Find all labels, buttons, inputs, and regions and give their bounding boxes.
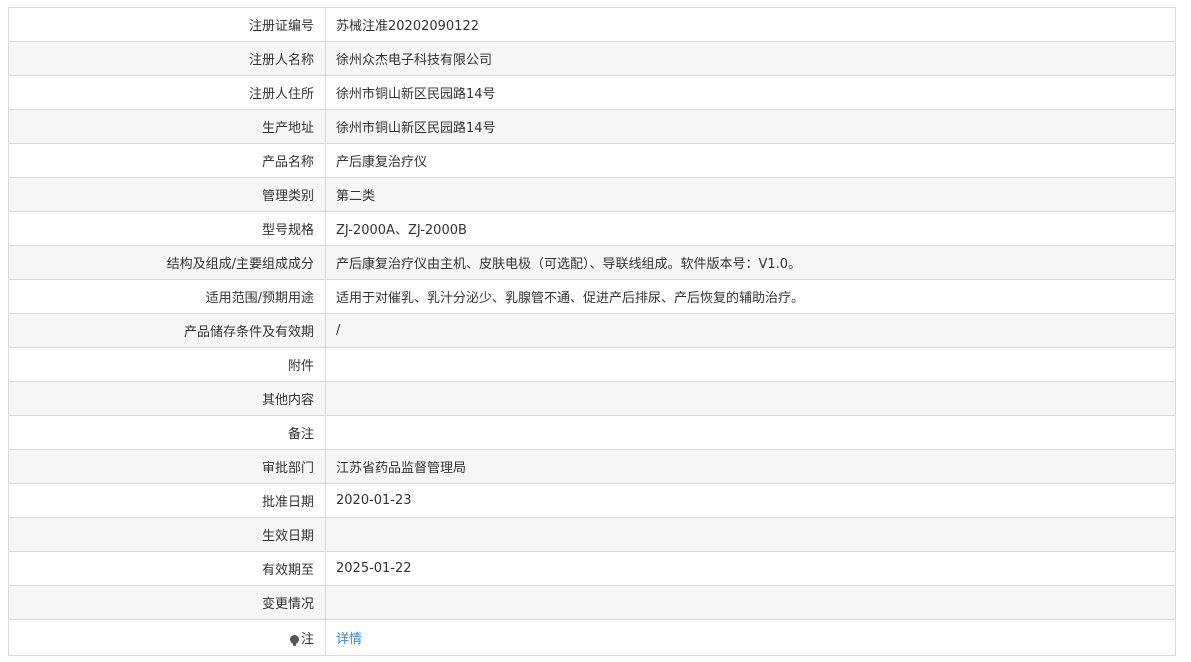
registration-info-panel: 注册证编号 苏械注准20202090122 注册人名称 徐州众杰电子科技有限公司… <box>8 7 1176 656</box>
row-value: 徐州市铜山新区民园路14号 <box>325 109 1176 144</box>
row-value: 2025-01-22 <box>325 551 1176 586</box>
row-label: 管理类别 <box>8 177 326 212</box>
row-registrant-address: 注册人住所 徐州市铜山新区民园路14号 <box>8 75 1176 110</box>
row-registration-number: 注册证编号 苏械注准20202090122 <box>8 7 1176 42</box>
row-label: 附件 <box>8 347 326 382</box>
row-value <box>325 381 1176 416</box>
row-structure-composition: 结构及组成/主要组成成分 产后康复治疗仪由主机、皮肤电极（可选配）、导联线组成。… <box>8 245 1176 280</box>
row-value: 苏械注准20202090122 <box>325 7 1176 42</box>
row-label: 产品储存条件及有效期 <box>8 313 326 348</box>
row-label: 变更情况 <box>8 585 326 620</box>
row-value <box>325 415 1176 450</box>
row-note: 注 详情 <box>8 619 1176 656</box>
row-value: 产后康复治疗仪由主机、皮肤电极（可选配）、导联线组成。软件版本号：V1.0。 <box>325 245 1176 280</box>
row-other-content: 其他内容 <box>8 381 1176 416</box>
row-storage-validity: 产品储存条件及有效期 / <box>8 313 1176 348</box>
row-value: 适用于对催乳、乳汁分泌少、乳腺管不通、促进产后排尿、产后恢复的辅助治疗。 <box>325 279 1176 314</box>
row-attachments: 附件 <box>8 347 1176 382</box>
row-label: 注册人名称 <box>8 41 326 76</box>
row-product-name: 产品名称 产后康复治疗仪 <box>8 143 1176 178</box>
row-label: 注册人住所 <box>8 75 326 110</box>
row-value <box>325 517 1176 552</box>
row-value: 徐州众杰电子科技有限公司 <box>325 41 1176 76</box>
row-value: 产后康复治疗仪 <box>325 143 1176 178</box>
row-value: 详情 <box>325 619 1176 656</box>
row-label: 其他内容 <box>8 381 326 416</box>
row-approval-department: 审批部门 江苏省药品监督管理局 <box>8 449 1176 484</box>
row-management-category: 管理类别 第二类 <box>8 177 1176 212</box>
note-label: 注 <box>300 632 314 647</box>
row-production-address: 生产地址 徐州市铜山新区民园路14号 <box>8 109 1176 144</box>
row-label: 注 <box>8 619 326 656</box>
row-value: / <box>325 313 1176 348</box>
row-label: 型号规格 <box>8 211 326 246</box>
row-remarks: 备注 <box>8 415 1176 450</box>
row-label: 结构及组成/主要组成成分 <box>8 245 326 280</box>
details-link[interactable]: 详情 <box>336 632 362 647</box>
row-label: 有效期至 <box>8 551 326 586</box>
row-value: 徐州市铜山新区民园路14号 <box>325 75 1176 110</box>
row-label: 备注 <box>8 415 326 450</box>
row-change-status: 变更情况 <box>8 585 1176 620</box>
row-model-spec: 型号规格 ZJ-2000A、ZJ-2000B <box>8 211 1176 246</box>
row-value: 2020-01-23 <box>325 483 1176 518</box>
row-label: 生效日期 <box>8 517 326 552</box>
registration-info-table: 注册证编号 苏械注准20202090122 注册人名称 徐州众杰电子科技有限公司… <box>8 7 1176 656</box>
row-value: 第二类 <box>325 177 1176 212</box>
row-value <box>325 585 1176 620</box>
row-label: 审批部门 <box>8 449 326 484</box>
row-effective-date: 生效日期 <box>8 517 1176 552</box>
row-intended-use: 适用范围/预期用途 适用于对催乳、乳汁分泌少、乳腺管不通、促进产后排尿、产后恢复… <box>8 279 1176 314</box>
note-icon <box>289 635 299 646</box>
row-label: 产品名称 <box>8 143 326 178</box>
row-value: ZJ-2000A、ZJ-2000B <box>325 211 1176 246</box>
row-label: 生产地址 <box>8 109 326 144</box>
row-label: 批准日期 <box>8 483 326 518</box>
row-label: 注册证编号 <box>8 7 326 42</box>
row-registrant-name: 注册人名称 徐州众杰电子科技有限公司 <box>8 41 1176 76</box>
row-valid-until: 有效期至 2025-01-22 <box>8 551 1176 586</box>
row-value: 江苏省药品监督管理局 <box>325 449 1176 484</box>
row-label: 适用范围/预期用途 <box>8 279 326 314</box>
row-approval-date: 批准日期 2020-01-23 <box>8 483 1176 518</box>
row-value <box>325 347 1176 382</box>
